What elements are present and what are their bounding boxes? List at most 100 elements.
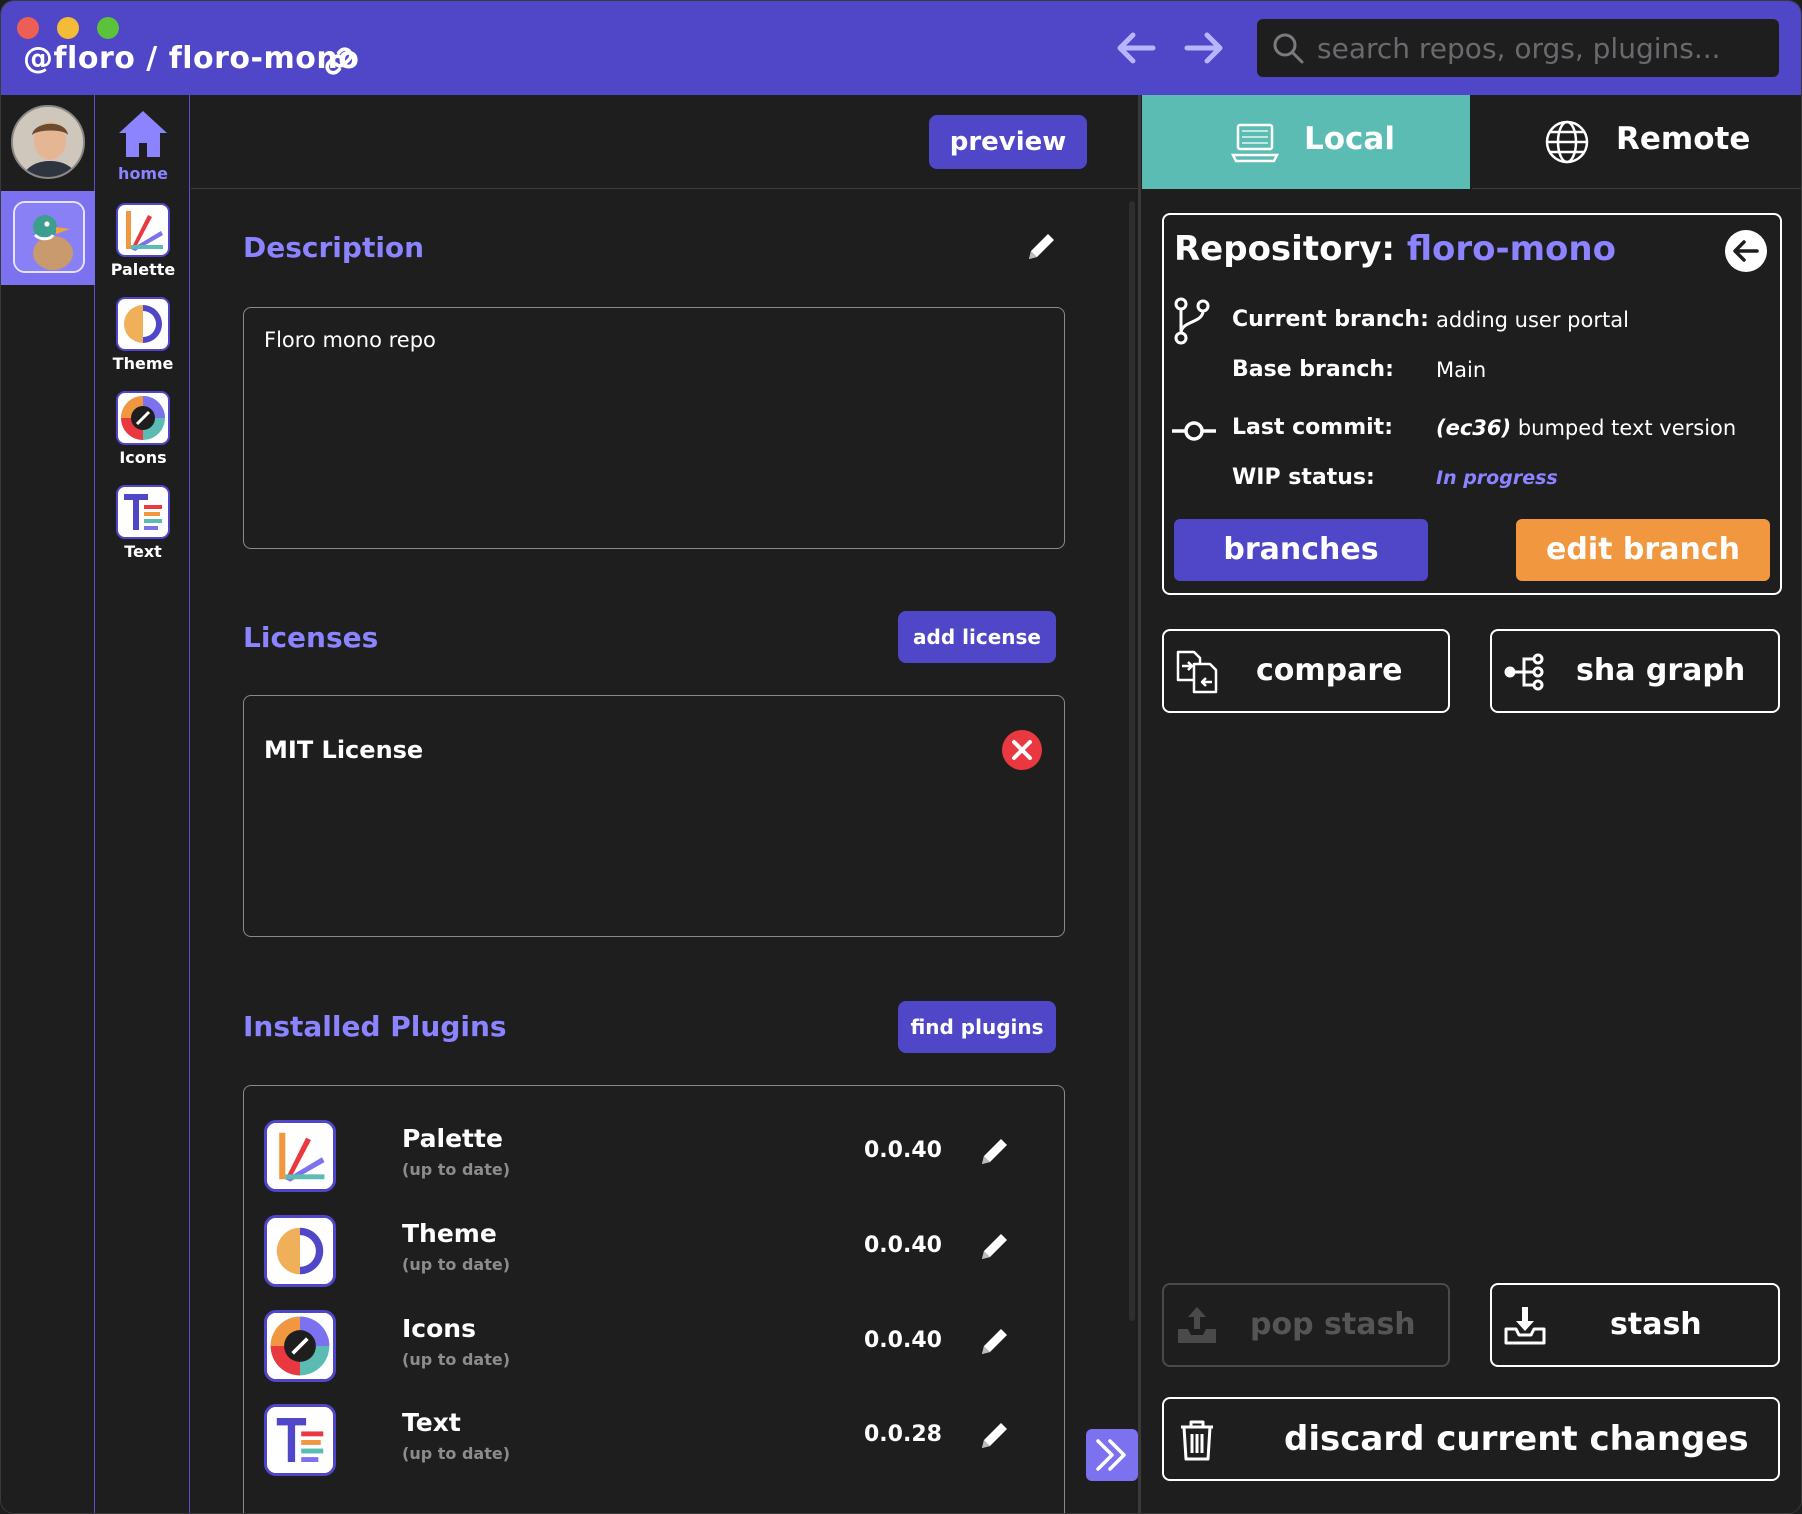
expand-panel-button[interactable] [1086,1429,1138,1481]
theme-icon [116,297,170,351]
tab-local-label: Local [1304,121,1395,157]
tab-remote-label: Remote [1616,121,1751,157]
repository-card: Repository: floro-mono Current branch: a… [1162,213,1782,595]
close-window-button[interactable] [17,17,39,39]
licenses-list: MIT License [243,695,1065,937]
double-chevron-right-icon [1096,1439,1126,1471]
plugin-row-palette[interactable]: Palette (up to date) 0.0.40 [264,1116,1044,1196]
plugin-row-text[interactable]: Text (up to date) 0.0.28 [264,1400,1044,1480]
repo-tile-selected[interactable] [1,191,95,285]
plugin-version: 0.0.40 [864,1328,942,1353]
account-rail [1,95,95,1513]
plugin-name: Text [402,1408,461,1437]
edit-plugin-pencil-icon[interactable] [976,1134,1012,1170]
center-toolbar: preview [191,95,1141,189]
last-commit-value: (ec36) bumped text version [1436,416,1736,440]
stash-button[interactable]: stash [1490,1283,1780,1367]
edit-description-pencil-icon[interactable] [1023,229,1059,265]
discard-changes-button[interactable]: discard current changes [1162,1397,1780,1481]
pop-stash-label: pop stash [1250,1307,1416,1342]
branches-button[interactable]: branches [1174,519,1428,581]
nav-text-label: Text [124,542,162,561]
nav-text[interactable]: Text [96,485,190,561]
user-avatar[interactable] [11,105,85,179]
nav-home[interactable]: home [96,107,190,183]
search-icon [1273,33,1304,64]
plugin-status: (up to date) [402,1255,510,1274]
maximize-window-button[interactable] [97,17,119,39]
git-commit-icon [1172,421,1216,441]
search-bar[interactable] [1257,19,1779,77]
theme-icon [264,1215,336,1287]
stash-label: stash [1610,1307,1702,1342]
palette-icon [264,1120,336,1192]
icons-icon [116,391,170,445]
panel-divider[interactable] [1138,95,1141,1513]
minimize-window-button[interactable] [57,17,79,39]
plugin-name: Theme [402,1219,497,1248]
repo-settings-panel: preview Description Floro mono repo Lice… [191,95,1141,1513]
sha-graph-label: sha graph [1576,653,1746,688]
preview-button[interactable]: preview [929,115,1087,169]
icons-icon [264,1310,336,1382]
plugin-version: 0.0.40 [864,1138,942,1163]
center-scrollbar[interactable] [1129,201,1135,1321]
text-icon [116,485,170,539]
edit-branch-button[interactable]: edit branch [1516,519,1770,581]
palette-icon [116,203,170,257]
license-item: MIT License [264,736,424,764]
version-control-panel: Local Remote Repository: floro-mono Curr… [1142,95,1801,1513]
forward-arrow-icon[interactable] [1181,27,1227,69]
plugin-row-icons[interactable]: Icons (up to date) 0.0.40 [264,1306,1044,1386]
link-icon[interactable] [321,43,357,79]
pop-stash-icon [1178,1307,1216,1343]
nav-home-label: home [118,164,168,183]
plugin-version: 0.0.28 [864,1422,942,1447]
installed-plugins-title: Installed Plugins [243,1010,507,1043]
edit-plugin-pencil-icon[interactable] [976,1324,1012,1360]
repo-title: @floro / floro-mono [23,41,360,76]
globe-icon [1545,120,1589,164]
search-input[interactable] [1317,27,1767,69]
last-commit-sha: (ec36) [1436,416,1512,440]
nav-theme[interactable]: Theme [96,297,190,373]
nav-palette-label: Palette [110,260,176,279]
text-icon [264,1404,336,1476]
tab-local[interactable]: Local [1142,95,1470,189]
add-license-button[interactable]: add license [898,611,1056,663]
back-circle-icon[interactable] [1724,229,1768,273]
installed-plugins-list: Palette (up to date) 0.0.40 Theme (up to… [243,1085,1065,1513]
tab-remote[interactable]: Remote [1472,95,1801,189]
plugin-status: (up to date) [402,1350,510,1369]
nav-icons[interactable]: Icons [96,391,190,467]
stash-icon [1504,1307,1546,1345]
compare-files-icon [1176,650,1218,694]
sha-graph-button[interactable]: sha graph [1490,629,1780,713]
last-commit-label: Last commit: [1232,415,1393,440]
plugin-name: Palette [402,1124,503,1153]
remove-license-icon[interactable] [1000,728,1044,772]
repository-name: floro-mono [1406,229,1616,269]
plugin-name: Icons [402,1314,476,1343]
laptop-icon [1230,123,1280,163]
nav-palette[interactable]: Palette [96,203,190,279]
licenses-title: Licenses [243,621,379,654]
pop-stash-button[interactable]: pop stash [1162,1283,1450,1367]
edit-plugin-pencil-icon[interactable] [976,1229,1012,1265]
description-text: Floro mono repo [264,328,436,352]
nav-theme-label: Theme [112,354,174,373]
home-icon [119,111,167,157]
base-branch-value: Main [1436,358,1487,382]
user-avatar-image [13,107,83,177]
description-field[interactable]: Floro mono repo [243,307,1065,549]
edit-plugin-pencil-icon[interactable] [976,1418,1012,1454]
description-title: Description [243,231,425,264]
compare-button[interactable]: compare [1162,629,1450,713]
wip-status-label: WIP status: [1232,465,1375,490]
find-plugins-button[interactable]: find plugins [898,1001,1056,1053]
compare-label: compare [1256,653,1403,688]
plugin-row-theme[interactable]: Theme (up to date) 0.0.40 [264,1211,1044,1291]
title-bar: @floro / floro-mono [1,1,1801,95]
repository-heading: Repository: floro-mono [1174,229,1616,269]
back-arrow-icon[interactable] [1113,27,1159,69]
